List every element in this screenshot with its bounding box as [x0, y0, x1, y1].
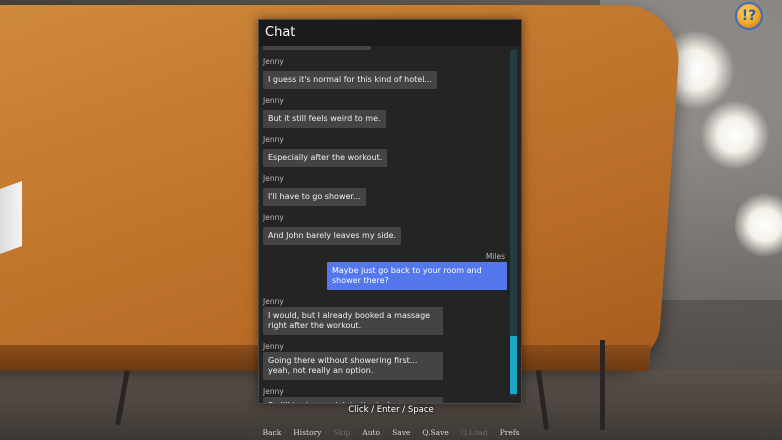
- quick-menu-auto-button[interactable]: Auto: [362, 426, 380, 440]
- npc-message-bubble: I would, but I already booked a massage …: [263, 307, 443, 335]
- message-sender: Jenny: [263, 96, 284, 105]
- npc-message-bubble: But it still feels weird to me.: [263, 110, 386, 128]
- chat-message: JennySo I'll try to sneak into the locke…: [263, 386, 507, 403]
- chat-message: Jenny I'll have to go shower...: [263, 173, 507, 206]
- quick-menu-qsave-button[interactable]: Q.Save: [422, 426, 448, 440]
- quick-menu: Back History Skip Auto Save Q.Save Q.Load Prefs: [0, 420, 782, 440]
- npc-message-bubble: Going there without showering first... y…: [263, 352, 443, 380]
- npc-message-bubble: Especially after the workout.: [263, 149, 388, 167]
- player-message-bubble: Maybe just go back to your room and show…: [327, 262, 507, 290]
- quick-menu-qload-button: Q.Load: [460, 428, 488, 437]
- chat-message: and showers are shared.: [263, 46, 507, 50]
- chair-leg: [600, 340, 605, 430]
- chat-title: Chat: [259, 20, 521, 46]
- npc-message-bubble: And John barely leaves my side.: [263, 227, 402, 245]
- chat-message: Jenny Especially after the workout.: [263, 134, 507, 167]
- message-sender: Jenny: [263, 57, 284, 66]
- quick-menu-history-button[interactable]: History: [293, 426, 321, 440]
- chat-message: Jenny But it still feels weird to me.: [263, 95, 507, 128]
- npc-message-bubble: and showers are shared.: [263, 46, 372, 50]
- white-object: [0, 180, 22, 255]
- message-list: and showers are shared. Jenny I guess it's…: [263, 46, 507, 403]
- npc-message-bubble: So I'll try to sneak into the locker roo…: [263, 397, 443, 403]
- npc-message-bubble: I guess it's normal for this kind of hot…: [263, 71, 438, 89]
- message-sender: Jenny: [263, 213, 284, 222]
- scrollbar-thumb[interactable]: [510, 336, 517, 394]
- npc-message-bubble: I'll have to go shower...: [263, 188, 366, 206]
- message-sender: Miles: [485, 252, 505, 261]
- quick-menu-back-button[interactable]: Back: [263, 426, 282, 440]
- chat-window: Chat and showers are shared. Jenny I guess…: [258, 19, 522, 404]
- chat-message: Miles Maybe just go back to your room and…: [263, 251, 507, 290]
- quick-menu-save-button[interactable]: Save: [392, 426, 410, 440]
- scrollbar-track[interactable]: [510, 50, 517, 396]
- message-sender: Jenny: [263, 174, 284, 183]
- message-sender: Jenny: [263, 297, 284, 306]
- chat-message: Jenny Going there without showering first…: [263, 341, 507, 380]
- quick-menu-prefs-button[interactable]: Prefs: [500, 426, 520, 440]
- message-sender: Jenny: [263, 342, 284, 351]
- quick-menu-skip-button: Skip: [333, 428, 351, 437]
- help-icon[interactable]: !?: [735, 2, 763, 30]
- chat-message: Jenny I would, but I already booked a mas…: [263, 296, 507, 335]
- continue-hint: Click / Enter / Space: [348, 405, 434, 415]
- chat-body[interactable]: and showers are shared. Jenny I guess it's…: [259, 46, 521, 403]
- ceiling-light: [700, 100, 770, 170]
- message-sender: Jenny: [263, 135, 284, 144]
- chat-message: Jenny And John barely leaves my side.: [263, 212, 507, 245]
- chat-message: Jenny I guess it's normal for this kind o…: [263, 56, 507, 89]
- message-sender: Jenny: [263, 387, 284, 396]
